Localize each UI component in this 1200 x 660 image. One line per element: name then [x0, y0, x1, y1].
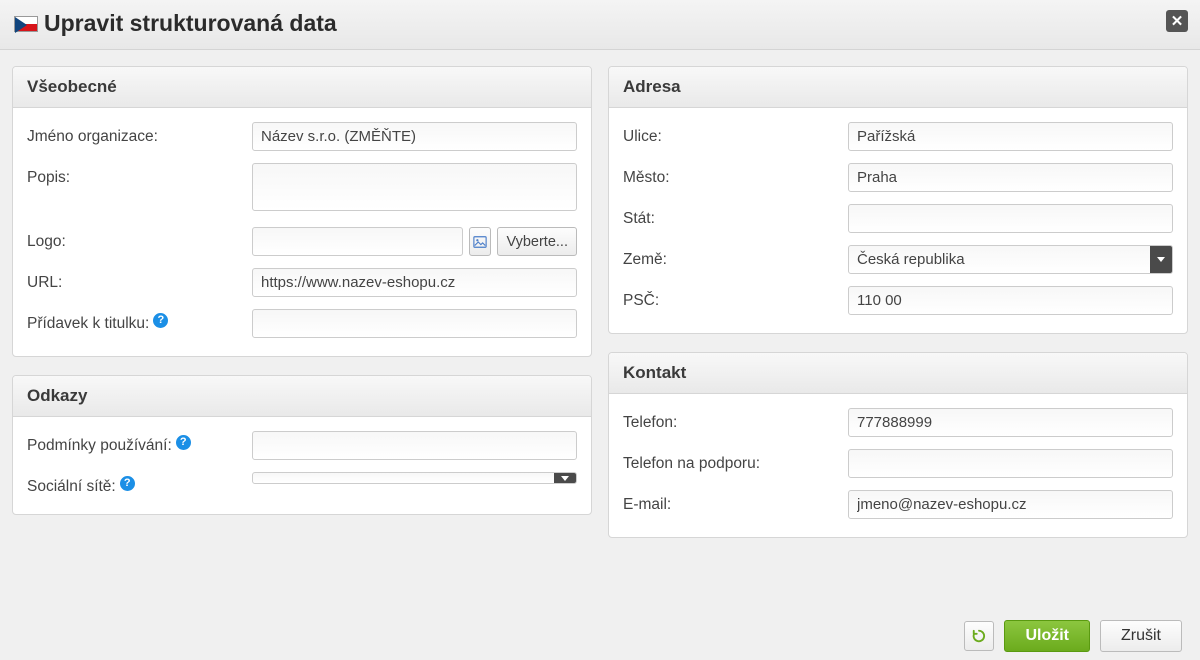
panel-contact-body: Telefon: Telefon na podporu: E-mail: — [609, 394, 1187, 537]
dialog: Upravit strukturovaná data ✕ Všeobecné J… — [0, 0, 1200, 660]
dialog-title: Upravit strukturovaná data — [14, 10, 1186, 37]
close-button[interactable]: ✕ — [1166, 10, 1188, 32]
panel-contact: Kontakt Telefon: Telefon na podporu: — [608, 352, 1188, 538]
close-icon: ✕ — [1171, 12, 1184, 30]
reset-button[interactable] — [964, 621, 994, 651]
panel-links-header: Odkazy — [13, 376, 591, 417]
help-icon[interactable]: ? — [120, 476, 135, 491]
terms-label: Podmínky používání: ? — [27, 431, 252, 455]
panel-general: Všeobecné Jméno organizace: Popis: — [12, 66, 592, 357]
social-select[interactable] — [252, 472, 577, 484]
chevron-down-icon — [554, 473, 576, 483]
support-phone-label: Telefon na podporu: — [623, 449, 848, 473]
panel-general-header: Všeobecné — [13, 67, 591, 108]
dialog-title-text: Upravit strukturovaná data — [44, 10, 337, 37]
zip-input[interactable] — [848, 286, 1173, 315]
support-phone-input[interactable] — [848, 449, 1173, 478]
phone-input[interactable] — [848, 408, 1173, 437]
country-select[interactable]: Česká republika — [848, 245, 1173, 274]
state-input[interactable] — [848, 204, 1173, 233]
dialog-body: Všeobecné Jméno organizace: Popis: — [0, 50, 1200, 538]
chevron-down-icon — [1150, 246, 1172, 273]
title-suffix-input[interactable] — [252, 309, 577, 338]
panel-contact-header: Kontakt — [609, 353, 1187, 394]
dialog-header: Upravit strukturovaná data ✕ — [0, 0, 1200, 50]
panel-links: Odkazy Podmínky používání: ? Sociáln — [12, 375, 592, 515]
street-input[interactable] — [848, 122, 1173, 151]
panel-general-body: Jméno organizace: Popis: Logo: — [13, 108, 591, 356]
email-input[interactable] — [848, 490, 1173, 519]
email-label: E-mail: — [623, 490, 848, 514]
logo-browse-icon-button[interactable] — [469, 227, 491, 256]
undo-icon — [970, 627, 988, 645]
url-input[interactable] — [252, 268, 577, 297]
url-label: URL: — [27, 268, 252, 292]
image-icon — [473, 235, 487, 249]
city-label: Město: — [623, 163, 848, 187]
zip-label: PSČ: — [623, 286, 848, 310]
cancel-button[interactable]: Zrušit — [1100, 620, 1182, 652]
right-column: Adresa Ulice: Město: — [608, 66, 1188, 538]
panel-address-body: Ulice: Město: Stát: — [609, 108, 1187, 333]
org-name-label: Jméno organizace: — [27, 122, 252, 146]
terms-input[interactable] — [252, 431, 577, 460]
state-label: Stát: — [623, 204, 848, 228]
logo-input[interactable] — [252, 227, 463, 256]
social-label: Sociální sítě: ? — [27, 472, 252, 496]
panel-links-body: Podmínky používání: ? Sociální sítě: ? — [13, 417, 591, 514]
phone-label: Telefon: — [623, 408, 848, 432]
dialog-footer: Uložit Zrušit — [964, 620, 1182, 652]
panel-address: Adresa Ulice: Město: — [608, 66, 1188, 334]
help-icon[interactable]: ? — [153, 313, 168, 328]
left-column: Všeobecné Jméno organizace: Popis: — [12, 66, 592, 538]
desc-input[interactable] — [252, 163, 577, 211]
city-input[interactable] — [848, 163, 1173, 192]
org-name-input[interactable] — [252, 122, 577, 151]
logo-browse-button[interactable]: Vyberte... — [497, 227, 577, 256]
help-icon[interactable]: ? — [176, 435, 191, 450]
flag-cz-icon — [14, 16, 38, 32]
country-label: Země: — [623, 245, 848, 269]
desc-label: Popis: — [27, 163, 252, 187]
panel-address-header: Adresa — [609, 67, 1187, 108]
street-label: Ulice: — [623, 122, 848, 146]
save-button[interactable]: Uložit — [1004, 620, 1090, 652]
logo-label: Logo: — [27, 227, 252, 251]
title-suffix-label: Přídavek k titulku: ? — [27, 309, 252, 333]
